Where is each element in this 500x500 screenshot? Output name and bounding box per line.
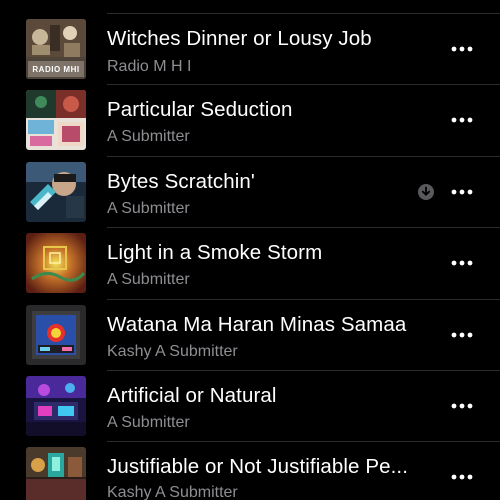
song-title: Justifiable or Not Justifiable Pe...: [107, 455, 408, 478]
artwork: [26, 376, 86, 436]
song-artist: A Submitter: [107, 414, 190, 431]
song-row[interactable]: Artificial or Natural A Submitter: [0, 371, 500, 442]
song-list: RADIO MHI Witches Dinner or Lousy Job Ra…: [0, 0, 500, 500]
more-options-button[interactable]: [448, 178, 476, 206]
song-artist: A Submitter: [107, 271, 190, 288]
ellipsis-icon: [451, 46, 473, 52]
ellipsis-icon: [451, 403, 473, 409]
ellipsis-icon: [451, 474, 473, 480]
artwork: [26, 90, 86, 150]
artwork: [26, 233, 86, 293]
song-artist: A Submitter: [107, 200, 190, 217]
downloaded-arrow-icon: [417, 183, 435, 201]
song-row[interactable]: Light in a Smoke Storm A Submitter: [0, 228, 500, 299]
more-options-button[interactable]: [448, 321, 476, 349]
ellipsis-icon: [451, 332, 473, 338]
song-row[interactable]: Justifiable or Not Justifiable Pe... Kas…: [0, 442, 500, 500]
more-options-button[interactable]: [448, 249, 476, 277]
more-options-button[interactable]: [448, 392, 476, 420]
song-title: Bytes Scratchin': [107, 170, 255, 193]
ellipsis-icon: [451, 260, 473, 266]
artwork: RADIO MHI: [26, 19, 86, 79]
more-options-button[interactable]: [448, 463, 476, 491]
song-title: Witches Dinner or Lousy Job: [107, 27, 372, 50]
song-title: Artificial or Natural: [107, 384, 277, 407]
song-artist: Kashy A Submitter: [107, 484, 238, 500]
artwork: [26, 162, 86, 222]
more-options-button[interactable]: [448, 106, 476, 134]
song-artist: A Submitter: [107, 128, 190, 145]
song-row[interactable]: Bytes Scratchin' A Submitter: [0, 156, 500, 227]
song-title: Particular Seduction: [107, 98, 293, 121]
song-row[interactable]: Particular Seduction A Submitter: [0, 85, 500, 156]
song-artist: Kashy A Submitter: [107, 343, 238, 360]
song-artist: Radio M H I: [107, 58, 192, 75]
song-row[interactable]: Watana Ma Haran Minas Samaa Kashy A Subm…: [0, 299, 500, 370]
song-title: Watana Ma Haran Minas Samaa: [107, 313, 407, 336]
artwork: [26, 305, 86, 365]
artwork: [26, 447, 86, 500]
song-row[interactable]: RADIO MHI Witches Dinner or Lousy Job Ra…: [0, 13, 500, 84]
ellipsis-icon: [451, 117, 473, 123]
song-title: Light in a Smoke Storm: [107, 241, 323, 264]
ellipsis-icon: [451, 189, 473, 195]
more-options-button[interactable]: [448, 35, 476, 63]
artwork-caption: RADIO MHI: [32, 65, 80, 74]
